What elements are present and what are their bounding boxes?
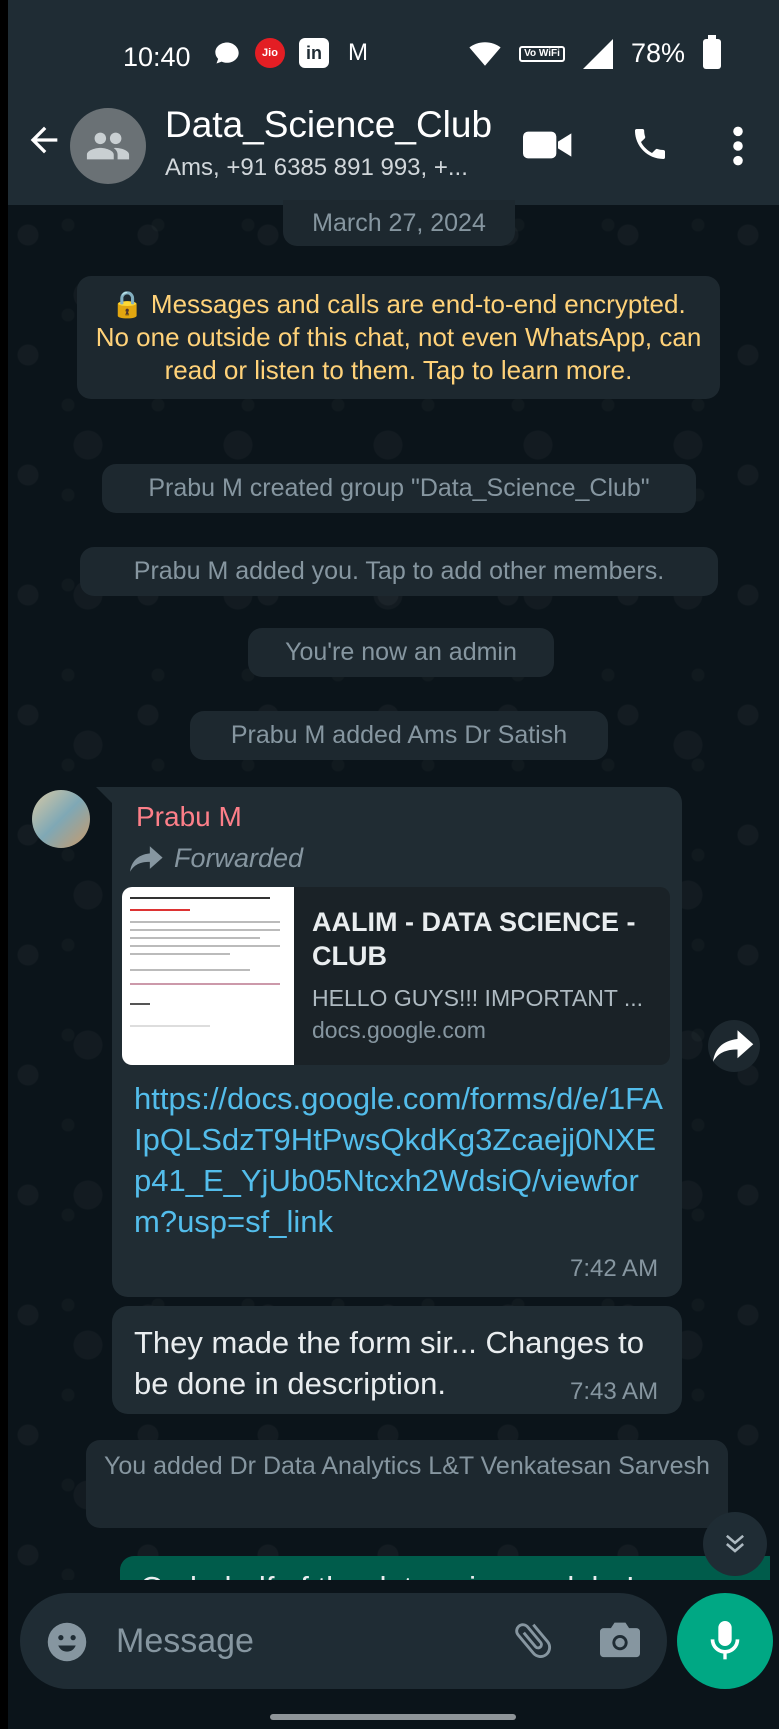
message-time: 7:43 AM [570,1378,659,1405]
system-message: Prabu M created group "Data_Science_Club… [102,464,696,513]
system-message: You added Dr Data Analytics L&T Venkates… [86,1440,728,1528]
encryption-notice[interactable]: 🔒 Messages and calls are end-to-end encr… [77,276,720,399]
system-message[interactable]: Prabu M added you. Tap to add other memb… [80,547,718,596]
preview-thumbnail [122,887,294,1065]
forward-button[interactable] [708,1020,760,1072]
notification-icons: Jio in M [213,38,373,68]
signal-icon [582,38,613,69]
date-pill: March 27, 2024 [283,200,515,246]
emoji-button[interactable] [46,1621,88,1668]
paperclip-icon [515,1623,552,1658]
message-bubble[interactable]: Prabu M Forwarded AALIM - DATA SCIENCE -… [112,787,682,1297]
composer-area [8,1580,779,1729]
voice-call-button[interactable] [630,124,670,169]
microphone-icon [710,1621,740,1660]
forward-arrow-icon [130,845,163,872]
group-icon [86,132,130,160]
system-icons: Vo WiFi 78% [469,34,721,69]
message-bubble[interactable]: They made the form sir... Changes to be … [112,1306,682,1414]
more-options-button[interactable] [728,124,748,173]
home-indicator[interactable] [270,1714,516,1720]
message-time: 7:42 AM [570,1255,659,1282]
forwarded-label: Forwarded [130,843,303,874]
battery-percent: 78% [630,38,685,68]
back-button[interactable] [24,110,68,170]
emoji-icon [47,1622,87,1662]
chat-header: Data_Science_Club Ams, +91 6385 891 993,… [8,88,779,205]
chat-title[interactable]: Data_Science_Club [165,104,492,146]
status-time: 10:40 [123,42,191,72]
forwarded-text: Forwarded [174,843,304,873]
preview-description: HELLO GUYS!!! IMPORTANT ... [312,985,644,1011]
back-arrow-icon [30,126,58,154]
vowifi-icon: Vo WiFi [519,45,565,62]
share-arrow-icon [713,1030,754,1062]
linkedin-icon: in [299,38,329,68]
whatsapp-screen: 10:40 Jio in M Vo WiFi 78% Data_Science_… [8,0,779,1729]
gmail-icon: M [348,39,368,66]
scroll-to-bottom-button[interactable] [703,1512,767,1576]
chat-bubble-icon [215,42,239,64]
more-vertical-icon [733,126,743,166]
message-composer [20,1593,667,1689]
attach-button[interactable] [510,1617,556,1668]
wifi-icon [469,41,501,66]
message-input[interactable] [114,1615,458,1667]
message-link[interactable]: https://docs.google.com/forms/d/e/1FAIpQ… [134,1078,664,1242]
chat-participants[interactable]: Ams, +91 6385 891 993, +... [165,154,468,182]
group-avatar[interactable] [70,108,146,184]
phone-icon [635,129,665,159]
preview-domain: docs.google.com [312,1017,486,1043]
system-message: Prabu M added Ams Dr Satish [190,711,608,760]
double-chevron-down-icon [725,1534,745,1553]
sender-name[interactable]: Prabu M [136,801,242,833]
link-preview[interactable]: AALIM - DATA SCIENCE - CLUB HELLO GUYS!!… [122,887,670,1065]
voice-message-button[interactable] [677,1593,773,1689]
camera-button[interactable] [598,1619,642,1664]
video-call-button[interactable] [523,128,573,167]
battery-icon [703,34,721,69]
camera-icon [600,1622,640,1658]
sender-avatar[interactable] [32,790,90,848]
video-camera-icon [523,131,572,159]
preview-title: AALIM - DATA SCIENCE - CLUB [312,907,636,971]
system-message: You're now an admin [248,628,554,677]
jio-icon: Jio [255,38,285,68]
